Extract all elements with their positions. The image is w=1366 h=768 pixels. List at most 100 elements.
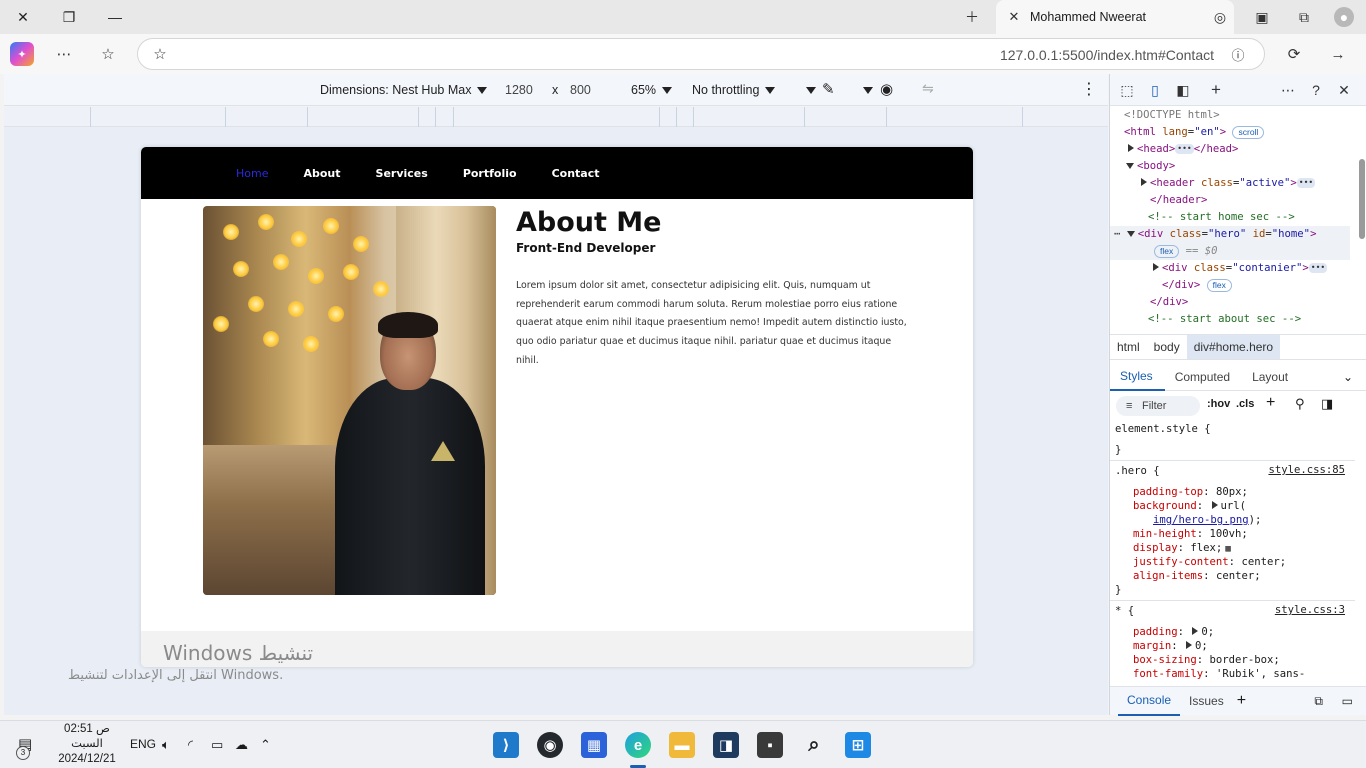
profile-avatar-icon[interactable]: ●: [1334, 7, 1354, 27]
language-indicator[interactable]: ENG: [130, 737, 156, 751]
dock-drawer-icon[interactable]: ⧉: [1314, 694, 1323, 709]
crumb-body[interactable]: body: [1147, 335, 1187, 359]
url-field[interactable]: ☆ 127.0.0.1:5500/index.htm#Contact ⓘ: [137, 38, 1265, 70]
elements-scrollbar[interactable]: [1359, 159, 1365, 239]
edge-icon[interactable]: e: [625, 732, 651, 758]
vscode-icon[interactable]: ⟩: [493, 732, 519, 758]
battery-icon[interactable]: ▭: [211, 737, 223, 753]
nav-services-link[interactable]: Services: [376, 167, 428, 180]
go-arrow-icon[interactable]: →: [1326, 42, 1350, 66]
minimize-window-button[interactable]: —: [92, 0, 138, 34]
eyedropper-icon[interactable]: ✎: [822, 80, 835, 98]
wifi-icon[interactable]: ◜: [188, 737, 193, 753]
sensors-select[interactable]: [857, 83, 873, 97]
dom-body[interactable]: <body>: [1126, 158, 1366, 175]
css-prop-row[interactable]: display: flex; ▦: [1133, 541, 1231, 555]
inspect-element-icon[interactable]: ⬚: [1117, 80, 1137, 100]
start-windows-icon[interactable]: ⊞: [845, 732, 871, 758]
filter-input[interactable]: ≡ Filter: [1116, 396, 1200, 416]
browser-tab[interactable]: ✕ Mohammed Nweerat: [996, 0, 1234, 34]
dom-header[interactable]: <header class="active"> •••: [1141, 175, 1366, 192]
new-tab-button[interactable]: ＋: [962, 7, 982, 27]
volume-icon[interactable]: 🔈︎: [162, 737, 170, 753]
width-input[interactable]: 1280: [505, 83, 533, 97]
dom-header-close[interactable]: </header>: [1150, 192, 1366, 209]
more-menu-icon[interactable]: ⋯: [52, 42, 76, 66]
dom-doctype[interactable]: <!DOCTYPE html>: [1124, 107, 1364, 124]
zoom-select[interactable]: 65%: [631, 83, 673, 97]
restore-window-button[interactable]: ❐: [46, 0, 92, 34]
help-icon[interactable]: ?: [1306, 80, 1326, 100]
dom-div-container-close[interactable]: </div> flex: [1162, 277, 1366, 294]
device-toggle-icon[interactable]: ▯: [1145, 80, 1165, 100]
tab-computed[interactable]: Computed: [1165, 364, 1242, 390]
dom-comment-home[interactable]: <!-- start home sec -->: [1148, 209, 1366, 226]
github-icon[interactable]: ◉: [537, 732, 563, 758]
workspaces-icon[interactable]: ⧉: [1294, 7, 1314, 27]
tab-actions-icon[interactable]: ▣: [1252, 7, 1272, 27]
kebab-menu-icon[interactable]: ⋮: [1081, 79, 1097, 99]
star-selector[interactable]: * {: [1115, 604, 1134, 618]
hov-toggle[interactable]: :hov: [1207, 398, 1230, 410]
nav-home-link[interactable]: Home: [236, 167, 268, 180]
nav-about-link[interactable]: About: [303, 167, 340, 180]
close-devtools-icon[interactable]: ✕: [1334, 80, 1354, 100]
favorites-icon[interactable]: ☆: [96, 42, 120, 66]
css-prop-row[interactable]: align-items: center;: [1133, 569, 1261, 583]
tab-issues[interactable]: Issues: [1180, 688, 1233, 715]
crumb-div-hero[interactable]: div#home.hero: [1186, 335, 1281, 359]
file-explorer-icon[interactable]: ▬: [669, 732, 695, 758]
onedrive-icon[interactable]: ☁: [235, 737, 248, 753]
chevron-up-icon[interactable]: ⌃: [260, 737, 271, 753]
tab-layout[interactable]: Layout: [1242, 364, 1300, 390]
css-prop-row[interactable]: background: url(: [1133, 499, 1246, 513]
dimensions-select[interactable]: Dimensions: Nest Hub Max: [320, 83, 488, 97]
hero-source-link[interactable]: style.css:85: [1268, 464, 1345, 476]
element-style-rule[interactable]: element.style {: [1115, 422, 1211, 436]
add-tool-icon[interactable]: +: [1206, 80, 1226, 100]
css-prop-row[interactable]: padding: 0;: [1133, 625, 1214, 639]
throttling-select[interactable]: No throttling: [692, 83, 776, 97]
copilot-icon[interactable]: ✦: [10, 42, 34, 66]
hero-selector[interactable]: .hero {: [1115, 464, 1160, 478]
close-window-button[interactable]: ✕: [0, 0, 46, 34]
rotate-icon[interactable]: ⇋: [922, 80, 934, 97]
site-info-icon[interactable]: ⓘ: [1226, 42, 1250, 66]
dom-div-container[interactable]: <div class="contanier"> •••: [1153, 260, 1366, 277]
store-icon[interactable]: ▦: [581, 732, 607, 758]
css-prop-row[interactable]: justify-content: center;: [1133, 555, 1286, 569]
star-source-link[interactable]: style.css:3: [1275, 604, 1345, 616]
tab-console[interactable]: Console: [1118, 687, 1181, 716]
more-tools-icon[interactable]: ⋯: [1278, 80, 1298, 100]
cls-toggle[interactable]: .cls: [1236, 398, 1254, 410]
sidebar-toggle-icon[interactable]: ◨: [1321, 396, 1333, 412]
css-prop-row[interactable]: box-sizing: border-box;: [1133, 653, 1280, 667]
add-favorite-icon[interactable]: ☆: [148, 42, 172, 66]
refresh-icon[interactable]: ⟳: [1282, 42, 1306, 66]
paint-icon[interactable]: ⚲: [1295, 396, 1305, 412]
dom-div-hero-close[interactable]: </div>: [1150, 294, 1366, 311]
tab-close-icon[interactable]: ✕: [1004, 9, 1024, 25]
new-rule-icon[interactable]: +: [1266, 394, 1275, 412]
add-drawer-tab-icon[interactable]: +: [1237, 692, 1246, 710]
nav-portfolio-link[interactable]: Portfolio: [463, 167, 517, 180]
dom-comment-about[interactable]: <!-- start about sec -->: [1148, 311, 1366, 328]
height-input[interactable]: 800: [570, 83, 591, 97]
terminal-icon[interactable]: ▪: [757, 732, 783, 758]
css-url-link[interactable]: img/hero-bg.png);: [1153, 513, 1261, 527]
css-prop-row[interactable]: font-family: 'Rubik', sans-: [1133, 667, 1305, 681]
css-prop-row[interactable]: min-height: 100vh;: [1133, 527, 1248, 541]
chevron-down-icon[interactable]: ⌄: [1343, 370, 1353, 384]
collapse-drawer-icon[interactable]: ▭: [1342, 694, 1353, 708]
snip-tool-icon[interactable]: ◨: [713, 732, 739, 758]
dom-html[interactable]: <html lang="en"> scroll: [1124, 124, 1364, 141]
nav-contact-link[interactable]: Contact: [552, 167, 600, 180]
more-options-select[interactable]: [800, 83, 816, 97]
dock-panel-icon[interactable]: ◧: [1173, 80, 1193, 100]
css-prop-row[interactable]: margin: 0;: [1133, 639, 1208, 653]
clock[interactable]: 02:51 ص السبت 2024/12/21: [56, 722, 118, 767]
css-prop-row[interactable]: padding-top: 80px;: [1133, 485, 1248, 499]
eye-icon[interactable]: ◉: [880, 80, 893, 98]
globe-icon[interactable]: ◎: [1210, 7, 1230, 27]
dom-div-hero[interactable]: ⋯ <div class="hero" id="home">: [1114, 226, 1354, 243]
